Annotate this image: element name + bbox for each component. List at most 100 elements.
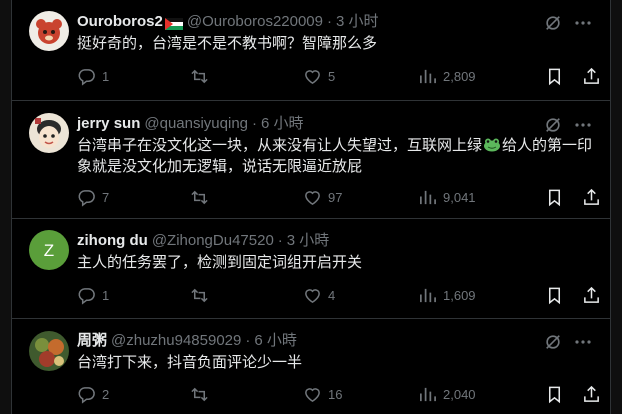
view-count: 1,609 xyxy=(443,288,476,303)
share-button[interactable] xyxy=(582,188,601,207)
bookmark-button[interactable] xyxy=(545,188,564,207)
reply-icon xyxy=(78,190,95,207)
timestamp[interactable]: 3 小时 xyxy=(336,12,379,32)
heart-icon xyxy=(305,191,320,206)
bookmark-icon xyxy=(548,287,561,305)
heart-icon xyxy=(305,388,320,403)
tweet-text: 挺好奇的，台湾是不是不教书啊？智障那么多 xyxy=(77,35,378,52)
display-name[interactable]: 周粥 xyxy=(77,331,107,351)
reply-icon xyxy=(78,69,95,86)
views-button[interactable]: 9,041 xyxy=(418,188,476,207)
like-button[interactable]: 5 xyxy=(303,67,335,86)
timestamp[interactable]: 6 小時 xyxy=(254,331,297,351)
reply-icon xyxy=(78,288,95,305)
like-count: 5 xyxy=(328,69,336,84)
reply-count: 2 xyxy=(102,387,110,402)
separator-dot: · xyxy=(245,332,251,349)
view-count: 9,041 xyxy=(443,190,476,205)
retweet-button[interactable] xyxy=(190,385,215,404)
grok-icon[interactable] xyxy=(544,116,562,134)
avatar-letter: Z xyxy=(44,241,54,260)
bookmark-icon xyxy=(548,189,561,207)
separator-dot: · xyxy=(277,232,283,249)
display-name[interactable]: Ouroboros2 xyxy=(77,12,163,32)
views-button[interactable]: 2,809 xyxy=(418,67,476,86)
bookmark-button[interactable] xyxy=(545,286,564,305)
tweet-header: Ouroboros2 @Ouroboros220009 · 3 小时 xyxy=(77,12,379,32)
bookmark-button[interactable] xyxy=(545,385,564,404)
views-bar-icon xyxy=(419,69,436,84)
user-handle[interactable]: @zhuzhu94859029 xyxy=(111,331,241,351)
more-icon[interactable] xyxy=(573,332,593,352)
views-bar-icon xyxy=(419,387,436,402)
share-icon xyxy=(584,286,599,303)
like-button[interactable]: 97 xyxy=(303,188,342,207)
bookmark-icon xyxy=(548,386,561,404)
tweet-header: jerry sun @quansiyuqing · 6 小時 xyxy=(77,114,304,134)
frog-emoji-icon xyxy=(483,137,501,152)
user-handle[interactable]: @ZihongDu47520 xyxy=(152,231,274,251)
user-handle[interactable]: @Ouroboros220009 xyxy=(187,12,323,32)
action-bar: 1 5 2,809 xyxy=(77,67,602,87)
timestamp[interactable]: 6 小時 xyxy=(261,114,304,134)
tweet[interactable]: Z zihong du @ZihongDu47520 · 3 小時 主人的任务罢… xyxy=(12,219,610,319)
reply-button[interactable]: 1 xyxy=(77,67,109,86)
tweet-text: 主人的任务罢了，检测到固定词组开启开关 xyxy=(77,254,363,271)
like-button[interactable]: 4 xyxy=(303,286,335,305)
separator-dot: · xyxy=(252,115,258,132)
tweet-header: 周粥 @zhuzhu94859029 · 6 小時 xyxy=(77,331,297,351)
retweet-button[interactable] xyxy=(190,286,215,305)
reply-button[interactable]: 7 xyxy=(77,188,109,207)
share-icon xyxy=(584,385,599,402)
grok-icon[interactable] xyxy=(544,333,562,351)
view-count: 2,040 xyxy=(443,387,476,402)
display-name[interactable]: zihong du xyxy=(77,231,148,251)
share-button[interactable] xyxy=(582,67,601,86)
tweet[interactable]: jerry sun @quansiyuqing · 6 小時 台湾串子在没文化这… xyxy=(12,101,610,219)
reply-count: 7 xyxy=(102,190,110,205)
tweet[interactable]: 周粥 @zhuzhu94859029 · 6 小時 台湾打下来，抖音负面评论少一… xyxy=(12,319,610,414)
tweet-text: 台湾串子在没文化这一块，从来没有让人失望过，互联网上绿 给人的第一印象就是没文化加… xyxy=(77,135,597,177)
views-button[interactable]: 2,040 xyxy=(418,385,476,404)
reply-count: 1 xyxy=(102,69,110,84)
like-count: 16 xyxy=(328,387,343,402)
more-icon[interactable] xyxy=(573,115,593,135)
share-button[interactable] xyxy=(582,385,601,404)
timestamp[interactable]: 3 小時 xyxy=(287,231,330,251)
user-handle[interactable]: @quansiyuqing xyxy=(144,114,248,134)
more-icon[interactable] xyxy=(573,13,593,33)
retweet-button[interactable] xyxy=(190,67,215,86)
reply-button[interactable]: 2 xyxy=(77,385,109,404)
avatar[interactable] xyxy=(29,113,69,153)
display-name[interactable]: jerry sun xyxy=(77,114,140,134)
bookmark-button[interactable] xyxy=(545,67,564,86)
share-icon xyxy=(584,67,599,84)
tweet-text: 台湾打下来，抖音负面评论少一半 xyxy=(77,354,303,371)
grok-icon[interactable] xyxy=(544,14,562,32)
retweet-icon xyxy=(191,288,208,303)
tweet-header: zihong du @ZihongDu47520 · 3 小時 xyxy=(77,231,329,251)
like-button[interactable]: 16 xyxy=(303,385,342,404)
palestine-flag-icon xyxy=(164,16,183,30)
action-bar: 2 16 2,040 xyxy=(77,385,602,405)
views-button[interactable]: 1,609 xyxy=(418,286,476,305)
retweet-icon xyxy=(191,69,208,84)
retweet-icon xyxy=(191,387,208,402)
share-button[interactable] xyxy=(582,286,601,305)
avatar[interactable]: Z xyxy=(29,230,69,270)
views-bar-icon xyxy=(419,288,436,303)
avatar[interactable] xyxy=(29,331,69,371)
reply-count: 1 xyxy=(102,288,110,303)
view-count: 2,809 xyxy=(443,69,476,84)
bookmark-icon xyxy=(548,68,561,86)
reply-icon xyxy=(78,387,95,404)
tweet-text-part: 台湾串子在没文化这一块，从来没有让人失望过，互联网上绿 xyxy=(77,137,483,154)
separator-dot: · xyxy=(327,13,332,30)
retweet-button[interactable] xyxy=(190,188,215,207)
right-edge xyxy=(610,0,622,414)
tweet[interactable]: Ouroboros2 @Ouroboros220009 · 3 小时 挺好奇的，… xyxy=(12,0,610,101)
heart-icon xyxy=(305,70,320,85)
avatar[interactable] xyxy=(29,11,69,51)
reply-button[interactable]: 1 xyxy=(77,286,109,305)
left-edge xyxy=(0,0,12,414)
